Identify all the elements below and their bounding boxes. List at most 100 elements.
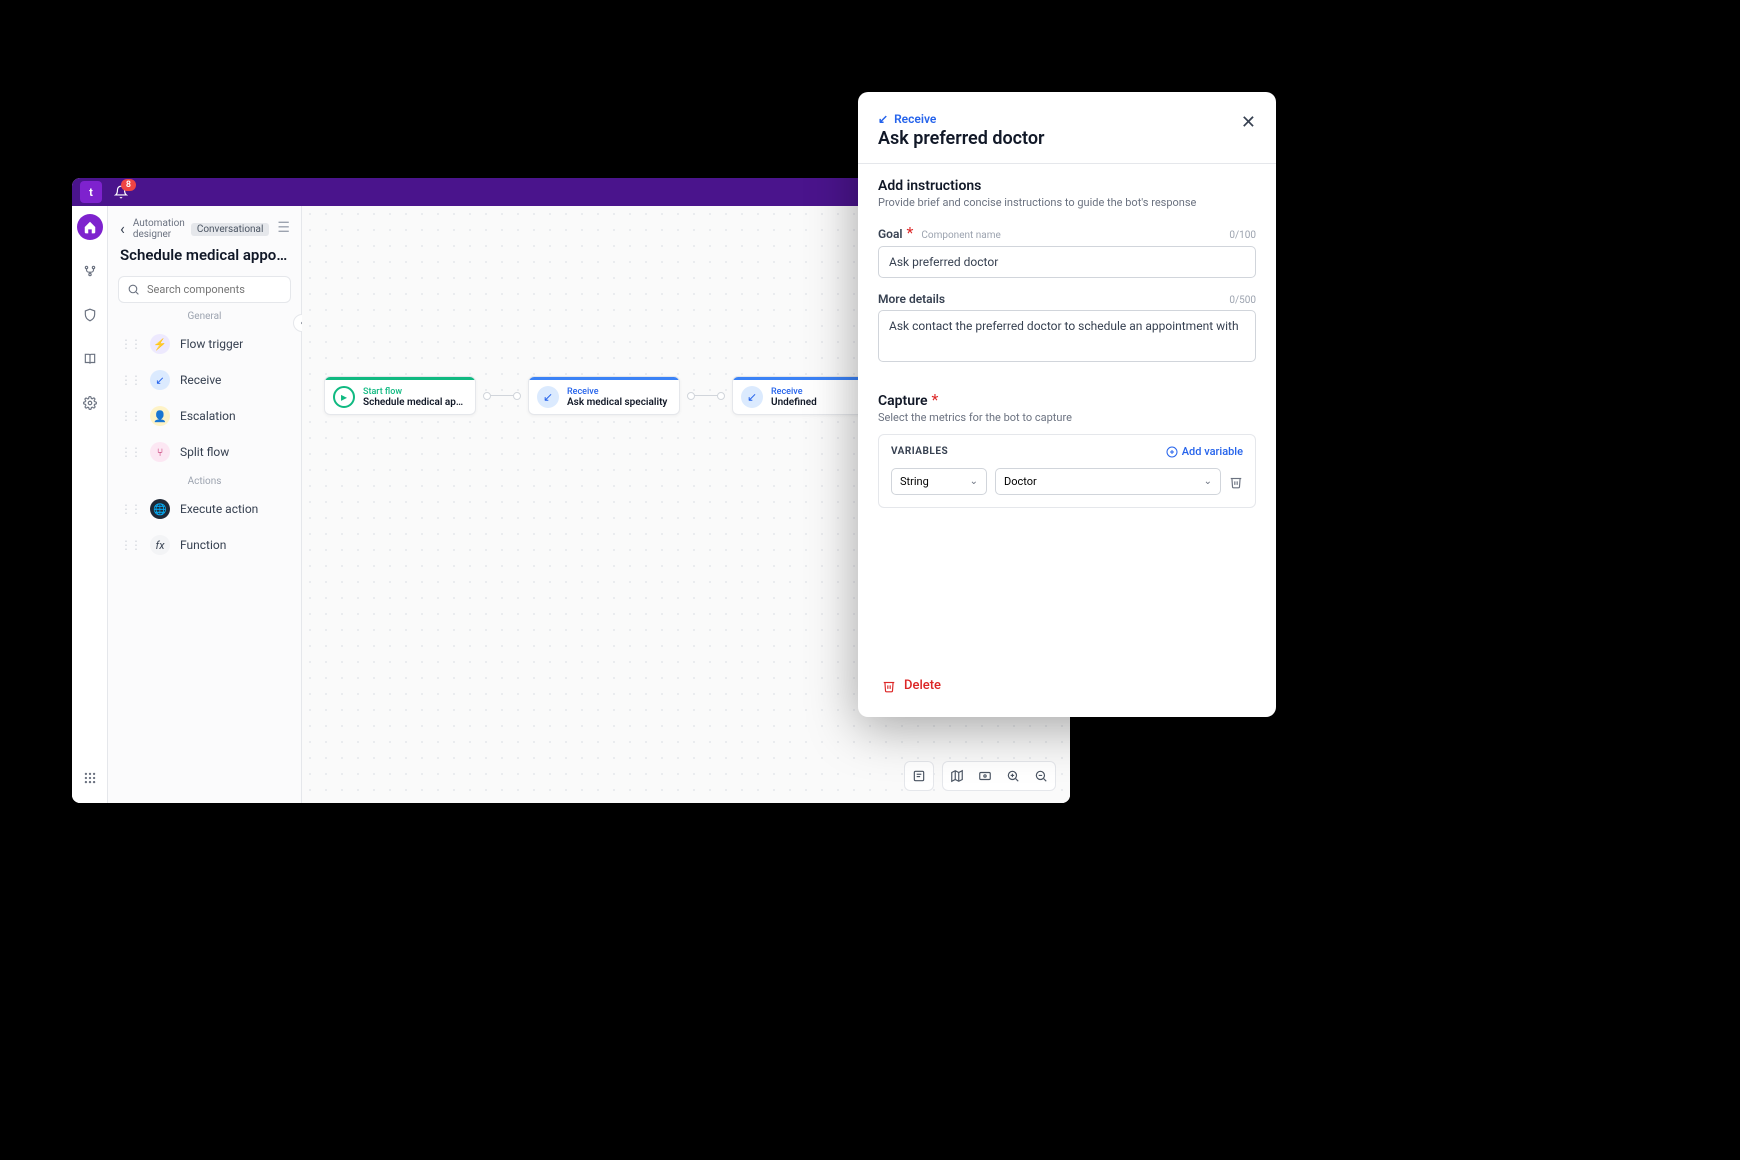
book-icon bbox=[83, 352, 97, 366]
component-escalation[interactable]: ⋮⋮ 👤 Escalation bbox=[108, 398, 301, 434]
rail-apps[interactable] bbox=[77, 765, 103, 791]
person-up-icon: 👤 bbox=[150, 406, 170, 426]
breadcrumb-level1[interactable]: Automation designer bbox=[133, 218, 185, 240]
flow-nodes: ▸ Start flow Schedule medical appoi... ↙… bbox=[324, 376, 884, 415]
breadcrumb: Automation designer Conversational bbox=[133, 218, 270, 240]
bolt-icon: ⚡ bbox=[150, 334, 170, 354]
variables-label: VARIABLES bbox=[891, 446, 948, 457]
menu-icon[interactable]: ☰ bbox=[277, 220, 290, 236]
zoom-out-button[interactable] bbox=[1027, 762, 1055, 790]
zoom-in-icon bbox=[1006, 769, 1020, 783]
connector bbox=[694, 395, 718, 396]
component-execute-action[interactable]: ⋮⋮ 🌐 Execute action bbox=[108, 491, 301, 527]
note-icon bbox=[912, 769, 926, 783]
component-label: Receive bbox=[180, 373, 221, 387]
drag-handle-icon: ⋮⋮ bbox=[120, 337, 140, 351]
details-label: More details bbox=[878, 292, 945, 306]
capture-heading: Capture bbox=[878, 393, 928, 409]
component-label: Flow trigger bbox=[180, 337, 243, 351]
arrow-down-left-icon: ↙ bbox=[741, 386, 763, 408]
fit-button[interactable] bbox=[971, 762, 999, 790]
globe-icon: 🌐 bbox=[150, 499, 170, 519]
notes-button[interactable] bbox=[905, 762, 933, 790]
instructions-subtext: Provide brief and concise instructions t… bbox=[878, 196, 1256, 209]
split-icon: ⑂ bbox=[150, 442, 170, 462]
breadcrumb-level2[interactable]: Conversational bbox=[191, 223, 270, 236]
instructions-heading: Add instructions bbox=[878, 178, 1256, 194]
component-label: Escalation bbox=[180, 409, 236, 423]
required-marker: * bbox=[907, 223, 914, 242]
component-function[interactable]: ⋮⋮ fx Function bbox=[108, 527, 301, 563]
shield-icon bbox=[83, 308, 97, 322]
notifications-button[interactable]: 8 bbox=[114, 185, 128, 199]
search-input[interactable] bbox=[118, 276, 291, 303]
left-rail bbox=[72, 206, 108, 803]
details-input[interactable] bbox=[878, 310, 1256, 362]
connector bbox=[490, 395, 514, 396]
node-type: Receive bbox=[567, 387, 671, 397]
trash-icon bbox=[882, 679, 896, 693]
notification-count: 8 bbox=[121, 179, 136, 191]
section-general-label: General bbox=[108, 311, 301, 322]
app-logo[interactable]: t bbox=[80, 181, 102, 203]
component-flow-trigger[interactable]: ⋮⋮ ⚡ Flow trigger bbox=[108, 326, 301, 362]
chevron-down-icon: ⌄ bbox=[970, 476, 978, 487]
component-label: Function bbox=[180, 538, 226, 552]
variable-name-select[interactable]: Doctor ⌄ bbox=[995, 468, 1221, 495]
rail-home[interactable] bbox=[77, 214, 103, 240]
rail-flows[interactable] bbox=[77, 258, 103, 284]
panel-type-label: ↙ Receive bbox=[878, 112, 1045, 126]
node-settings-panel: ↙ Receive Ask preferred doctor ✕ Add ins… bbox=[858, 92, 1276, 717]
node-title: Ask medical speciality bbox=[567, 397, 671, 408]
drag-handle-icon: ⋮⋮ bbox=[120, 502, 140, 516]
branch-icon bbox=[83, 264, 97, 278]
section-actions-label: Actions bbox=[108, 476, 301, 487]
required-marker: * bbox=[931, 390, 938, 409]
details-counter: 0/500 bbox=[1229, 295, 1256, 306]
back-button[interactable]: ‹ bbox=[120, 219, 125, 238]
goal-input[interactable] bbox=[878, 246, 1256, 278]
delete-variable-button[interactable] bbox=[1229, 475, 1243, 489]
variable-type-select[interactable]: String ⌄ bbox=[891, 468, 987, 495]
component-label: Split flow bbox=[180, 445, 229, 459]
zoom-out-icon bbox=[1034, 769, 1048, 783]
capture-subtext: Select the metrics for the bot to captur… bbox=[878, 411, 1256, 424]
chevron-down-icon: ⌄ bbox=[1204, 476, 1212, 487]
rail-settings[interactable] bbox=[77, 390, 103, 416]
component-split-flow[interactable]: ⋮⋮ ⑂ Split flow bbox=[108, 434, 301, 470]
canvas-toolbar bbox=[904, 761, 1056, 791]
arrow-down-left-icon: ↙ bbox=[537, 386, 559, 408]
close-button[interactable]: ✕ bbox=[1241, 112, 1256, 133]
function-icon: fx bbox=[150, 535, 170, 555]
add-variable-button[interactable]: Add variable bbox=[1166, 445, 1243, 458]
map-icon bbox=[950, 769, 964, 783]
drag-handle-icon: ⋮⋮ bbox=[120, 445, 140, 459]
rail-shield[interactable] bbox=[77, 302, 103, 328]
arrow-down-left-icon: ↙ bbox=[150, 370, 170, 390]
component-label: Execute action bbox=[180, 502, 258, 516]
arrow-down-left-icon: ↙ bbox=[878, 112, 888, 126]
drag-handle-icon: ⋮⋮ bbox=[120, 538, 140, 552]
page-title: Schedule medical appointments bbox=[108, 246, 301, 264]
plus-circle-icon bbox=[1166, 446, 1178, 458]
grid-icon bbox=[83, 771, 97, 785]
component-sidebar: ‹ Automation designer Conversational ☰ S… bbox=[108, 206, 302, 803]
node-type: Start flow bbox=[363, 387, 467, 397]
rail-docs[interactable] bbox=[77, 346, 103, 372]
node-ask-speciality[interactable]: ↙ Receive Ask medical speciality bbox=[528, 376, 680, 415]
component-receive[interactable]: ⋮⋮ ↙ Receive bbox=[108, 362, 301, 398]
variables-box: VARIABLES Add variable String ⌄ Doctor ⌄ bbox=[878, 434, 1256, 508]
drag-handle-icon: ⋮⋮ bbox=[120, 373, 140, 387]
home-icon bbox=[83, 220, 97, 234]
delete-node-button[interactable]: Delete bbox=[878, 670, 1256, 701]
node-title: Schedule medical appoi... bbox=[363, 397, 467, 408]
zoom-in-button[interactable] bbox=[999, 762, 1027, 790]
trash-icon bbox=[1229, 475, 1243, 489]
fit-icon bbox=[978, 769, 992, 783]
map-button[interactable] bbox=[943, 762, 971, 790]
node-start-flow[interactable]: ▸ Start flow Schedule medical appoi... bbox=[324, 376, 476, 415]
panel-title: Ask preferred doctor bbox=[878, 128, 1045, 149]
gear-icon bbox=[83, 396, 97, 410]
play-icon: ▸ bbox=[333, 386, 355, 408]
goal-counter: 0/100 bbox=[1229, 230, 1256, 241]
